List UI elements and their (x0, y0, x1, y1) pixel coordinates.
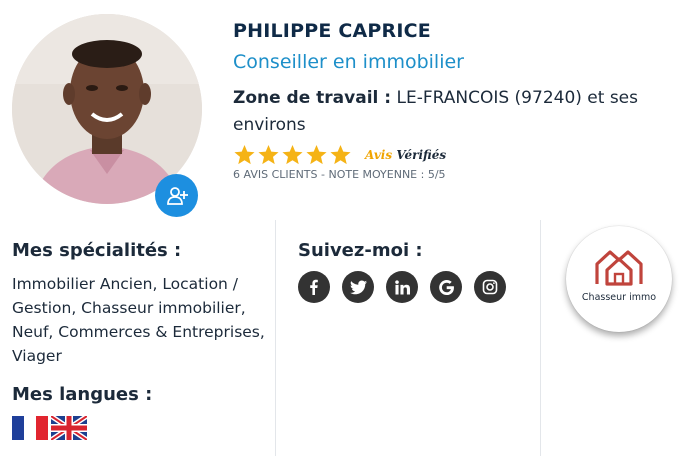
language-flags (12, 416, 90, 440)
languages-title: Mes langues : (12, 384, 153, 405)
star-icon (306, 144, 327, 165)
star-icon (258, 144, 279, 165)
twitter-icon (349, 279, 367, 294)
work-zone-label: Zone de travail : (233, 88, 392, 108)
star-icon (330, 144, 351, 165)
badge-label: Chasseur immo (581, 292, 657, 303)
follow-title: Suivez-moi : (298, 240, 423, 261)
instagram-icon (482, 279, 498, 295)
avis-logo-part2: Vérifiés (396, 148, 447, 162)
chasseur-immo-badge: Chasseur immo (566, 226, 672, 332)
agent-name: PHILIPPE CAPRICE (233, 20, 431, 42)
user-plus-icon (166, 186, 188, 205)
linkedin-button[interactable] (386, 271, 418, 303)
star-rating (233, 144, 353, 166)
french-flag-icon (12, 416, 48, 440)
google-icon (438, 279, 454, 295)
work-zone: Zone de travail : LE-FRANCOIS (97240) et… (233, 85, 663, 139)
facebook-button[interactable] (298, 271, 330, 303)
add-contact-button[interactable] (155, 174, 198, 217)
reviews-summary[interactable]: 6 AVIS CLIENTS - NOTE MOYENNE : 5/5 (233, 168, 446, 181)
instagram-button[interactable] (474, 271, 506, 303)
google-button[interactable] (430, 271, 462, 303)
specialties-text: Immobilier Ancien, Location / Gestion, C… (12, 275, 265, 365)
rating-row: Avis Vérifiés (233, 143, 446, 167)
star-icon (282, 144, 303, 165)
avis-verifies-logo[interactable]: Avis Vérifiés (365, 148, 446, 162)
avis-logo-part1: Avis (365, 148, 393, 162)
facebook-icon (310, 279, 318, 295)
twitter-button[interactable] (342, 271, 374, 303)
star-icon (234, 144, 255, 165)
avatar-container (12, 14, 202, 217)
agent-role: Conseiller en immobilier (233, 51, 464, 73)
houses-icon (595, 250, 643, 286)
british-flag-icon (51, 416, 87, 440)
linkedin-icon (394, 279, 410, 295)
column-divider (540, 220, 541, 456)
column-divider (275, 220, 276, 456)
social-links (298, 271, 518, 303)
specialties-title: Mes spécialités : (12, 240, 182, 261)
